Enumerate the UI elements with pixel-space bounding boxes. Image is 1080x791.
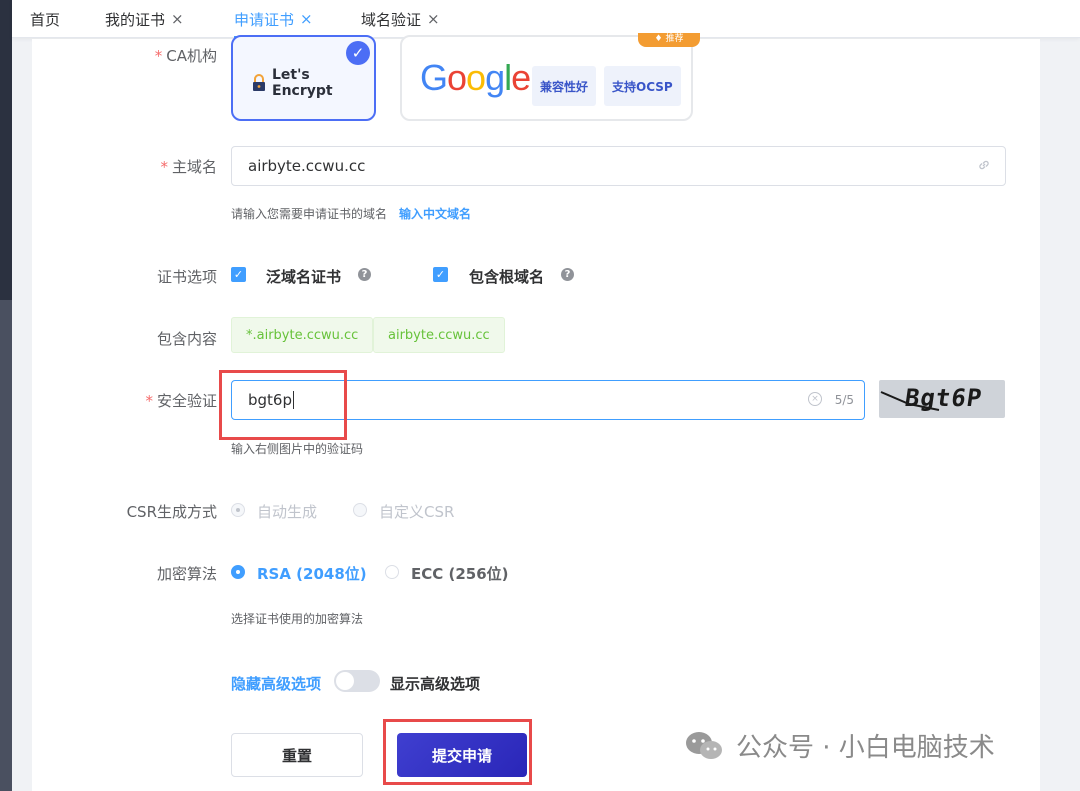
help-icon[interactable]: ? bbox=[358, 268, 371, 281]
highlight-box bbox=[383, 719, 532, 785]
tab-label: 申请证书 bbox=[234, 10, 295, 29]
tag-ocsp: 支持OCSP bbox=[604, 66, 681, 106]
ca-option-google[interactable]: Google 兼容性好 支持OCSP bbox=[400, 35, 693, 121]
letsencrypt-logo: Let's Encrypt bbox=[251, 67, 374, 99]
includes-label: 包含内容 bbox=[156, 330, 217, 348]
domain-input-value: airbyte.ccwu.cc bbox=[248, 157, 366, 175]
ca-option-letsencrypt[interactable]: ✓ Let's Encrypt bbox=[231, 35, 376, 121]
close-icon[interactable]: × bbox=[171, 10, 184, 28]
lock-icon bbox=[251, 74, 267, 92]
captcha-text: Bgt6P bbox=[903, 384, 985, 412]
reset-button[interactable]: 重置 bbox=[231, 733, 363, 777]
watermark-text: 公众号 · 小白电脑技术 bbox=[736, 733, 995, 763]
tab-bar: 首页 我的证书 × 申请证书 × 域名验证 × bbox=[12, 0, 1080, 38]
side-strip-segment bbox=[0, 300, 12, 791]
watermark: 公众号 · 小白电脑技术 bbox=[684, 727, 995, 764]
domain-label: * 主域名 bbox=[160, 158, 217, 176]
domain-help: 请输入您需要申请证书的域名 输入中文域名 bbox=[231, 207, 472, 221]
csr-auto-radio bbox=[231, 503, 245, 517]
rsa-radio[interactable] bbox=[231, 565, 245, 579]
tab-home[interactable]: 首页 bbox=[30, 0, 60, 38]
wechat-icon bbox=[684, 730, 724, 762]
algorithm-label: 加密算法 bbox=[156, 565, 217, 583]
chinese-domain-link[interactable]: 输入中文域名 bbox=[399, 207, 471, 221]
domain-chip: airbyte.ccwu.cc bbox=[373, 317, 505, 353]
domain-chip: *.airbyte.ccwu.cc bbox=[231, 317, 374, 353]
rsa-label[interactable]: RSA (2048位) bbox=[257, 563, 367, 584]
csr-custom-label: 自定义CSR bbox=[379, 503, 455, 521]
csr-auto-label: 自动生成 bbox=[257, 503, 318, 521]
side-strip bbox=[0, 0, 12, 791]
close-icon[interactable]: × bbox=[427, 10, 440, 28]
wildcard-label: 泛域名证书 bbox=[266, 268, 342, 286]
check-icon: ✓ bbox=[346, 41, 370, 65]
help-icon[interactable]: ? bbox=[561, 268, 574, 281]
link-icon bbox=[977, 158, 991, 176]
domain-input[interactable]: airbyte.ccwu.cc bbox=[231, 146, 1006, 186]
show-advanced-label[interactable]: 显示高级选项 bbox=[390, 673, 480, 694]
csr-custom-radio bbox=[353, 503, 367, 517]
advanced-toggle[interactable] bbox=[334, 670, 380, 692]
tab-apply-cert[interactable]: 申请证书 × bbox=[234, 0, 313, 38]
tab-label: 我的证书 bbox=[105, 10, 166, 29]
tab-domain-verify[interactable]: 域名验证 × bbox=[361, 0, 440, 38]
promo-badge: ♦ 推荐 bbox=[638, 33, 700, 47]
ecc-radio[interactable] bbox=[385, 565, 399, 579]
wildcard-checkbox[interactable]: ✓ bbox=[231, 267, 246, 282]
clear-icon[interactable]: × bbox=[808, 392, 822, 406]
tab-my-certs[interactable]: 我的证书 × bbox=[105, 0, 184, 38]
google-logo: Google bbox=[420, 57, 531, 98]
cert-options-label: 证书选项 bbox=[156, 268, 217, 286]
hide-advanced-label[interactable]: 隐藏高级选项 bbox=[231, 673, 321, 694]
char-counter: 5/5 bbox=[834, 393, 854, 407]
ca-label: * CA机构 bbox=[154, 47, 217, 65]
tab-label: 域名验证 bbox=[361, 10, 422, 29]
captcha-label: * 安全验证 bbox=[145, 392, 217, 410]
captcha-help: 输入右侧图片中的验证码 bbox=[231, 442, 364, 456]
csr-label: CSR生成方式 bbox=[126, 503, 217, 521]
root-domain-checkbox[interactable]: ✓ bbox=[433, 267, 448, 282]
tab-label: 首页 bbox=[30, 10, 61, 29]
root-domain-label: 包含根域名 bbox=[469, 268, 545, 286]
captcha-image[interactable]: Bgt6P bbox=[879, 380, 1005, 418]
highlight-box bbox=[219, 370, 347, 440]
ecc-label[interactable]: ECC (256位) bbox=[411, 563, 509, 584]
algorithm-help: 选择证书使用的加密算法 bbox=[231, 612, 364, 626]
close-icon[interactable]: × bbox=[300, 10, 313, 28]
tag-compat: 兼容性好 bbox=[532, 66, 597, 106]
